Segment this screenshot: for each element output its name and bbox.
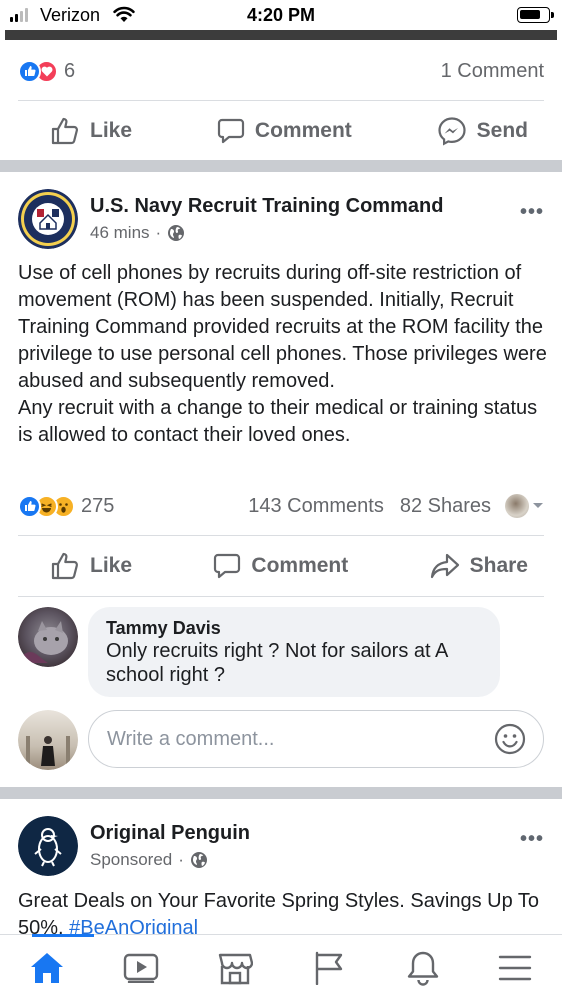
comment-count-link[interactable]: 1 Comment [441,60,544,83]
comment-icon [217,118,245,144]
post-paragraph: Use of cell phones by recruits during of… [18,262,547,392]
nav-menu[interactable] [468,935,562,1000]
nav-notifications[interactable] [376,935,470,1000]
comment-author[interactable]: Tammy Davis [106,617,482,639]
nav-home[interactable] [0,935,94,1000]
comment-button[interactable]: Comment [217,117,352,145]
bottom-navigation [0,934,562,1000]
share-button[interactable]: Share [430,552,528,580]
post-action-bar: Like Comment Share [18,544,544,588]
react-as-selector[interactable] [505,494,544,518]
divider [18,596,544,597]
divider [18,100,544,101]
pages-flag-icon [315,951,343,985]
like-button[interactable]: Like [50,551,132,581]
sponsor-name[interactable]: Original Penguin [90,822,250,845]
post-meta: 46 mins · [90,223,185,243]
navy-rtc-avatar[interactable] [18,189,78,249]
sponsored-more-options-button[interactable]: ••• [520,828,544,851]
divider [18,535,544,536]
feed-separator [0,160,562,172]
meta-separator: · [178,850,184,869]
marketplace-icon [218,953,253,985]
like-reaction-icon [18,494,41,518]
menu-icon [498,955,532,981]
watch-icon [123,953,159,983]
post-body: Use of cell phones by recruits during of… [18,260,548,449]
comment-count-link[interactable]: 143 Comments [248,495,384,518]
sponsored-meta: Sponsored · [90,850,208,870]
caret-down-icon [533,503,543,508]
emoji-smiley-icon[interactable] [494,723,526,755]
like-reaction-icon [18,59,41,83]
post-author-name[interactable]: U.S. Navy Recruit Training Command [90,195,443,218]
comment-input[interactable] [88,710,544,768]
sponsored-post-header: Original Penguin Sponsored · ••• [18,816,544,878]
post-reactions-row[interactable]: 275 143 Comments 82 Shares [18,491,544,521]
home-icon [31,953,63,983]
reaction-count: 275 [81,494,115,517]
previous-post-image[interactable] [5,30,557,40]
original-penguin-avatar[interactable] [18,816,78,876]
comment-bubble[interactable]: Tammy Davis Only recruits right ? Not fo… [88,607,500,697]
nav-pages[interactable] [282,935,376,1000]
comment: Tammy Davis Only recruits right ? Not fo… [18,607,544,697]
previous-post-action-bar: Like Comment Send [18,109,544,153]
post-header: U.S. Navy Recruit Training Command 46 mi… [18,189,544,251]
status-bar: Verizon 4:20 PM [0,0,562,30]
comment-text: Only recruits right ? Not for sailors at… [106,640,448,686]
share-count-link[interactable]: 82 Shares [400,495,491,518]
user-mini-avatar [505,494,529,518]
thumbs-up-icon [51,552,79,580]
comment-label: Comment [254,119,352,142]
notifications-icon [407,951,439,986]
like-label: Like [90,119,133,142]
thumbs-up-icon [51,117,79,145]
share-arrow-icon [430,553,459,579]
comment-composer [18,709,544,771]
like-button[interactable]: Like [50,116,132,146]
reaction-count: 6 [64,59,76,82]
post-paragraph: Any recruit with a change to their medic… [18,397,538,446]
comment-icon [214,553,241,579]
send-button[interactable]: Send [437,116,528,146]
comment-label: Comment [251,554,349,577]
post-more-options-button[interactable]: ••• [520,201,544,224]
messenger-icon [438,117,466,146]
battery-icon [517,7,554,23]
sponsored-label[interactable]: Sponsored [90,850,172,870]
feed-separator [0,787,562,799]
commenter-avatar[interactable] [18,607,78,667]
send-label: Send [476,119,528,142]
nav-watch[interactable] [94,935,188,1000]
nav-marketplace[interactable] [188,935,282,1000]
current-user-avatar [18,710,78,770]
like-label: Like [90,554,133,577]
post-time[interactable]: 46 mins [90,223,150,243]
previous-post-reactions-row[interactable]: 6 1 Comment [18,56,544,86]
comment-button[interactable]: Comment [213,552,348,580]
meta-separator: · [155,223,162,242]
globe-icon [190,852,207,868]
clock: 4:20 PM [246,5,316,25]
share-label: Share [469,554,528,577]
globe-icon [168,225,185,241]
